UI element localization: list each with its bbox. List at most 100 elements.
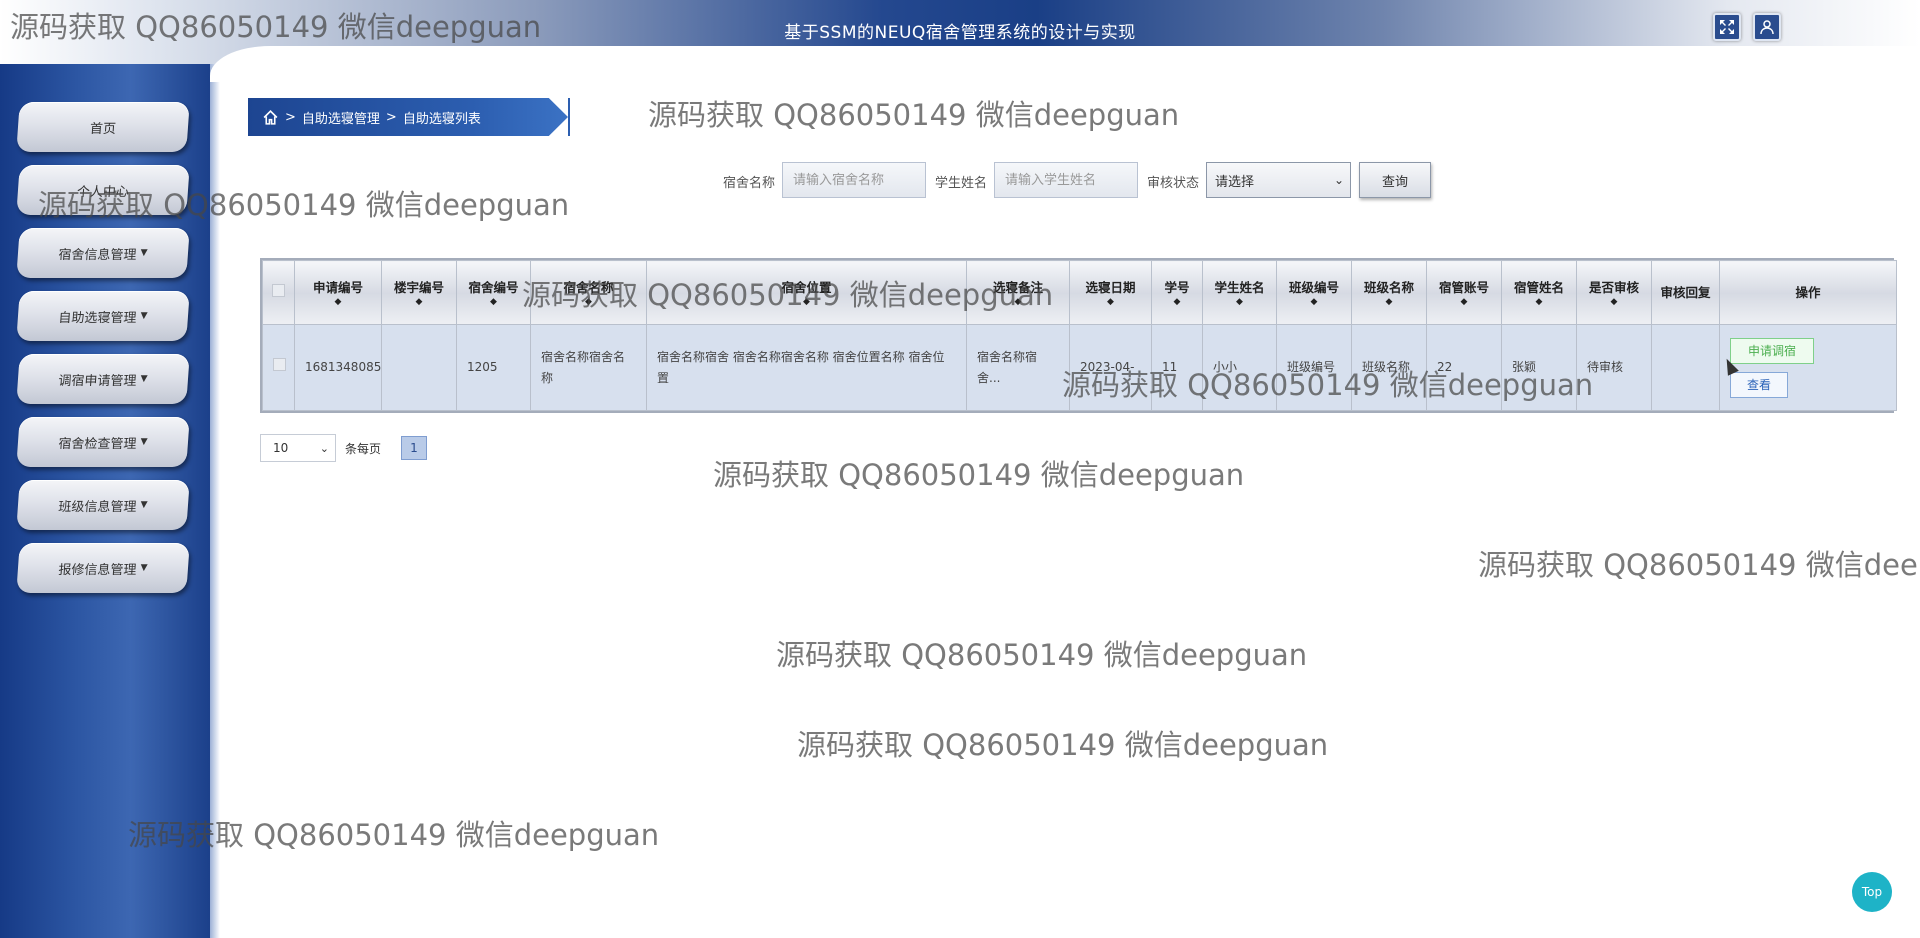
row-checkbox[interactable] [273, 358, 286, 371]
sort-icon: ◆ [1310, 296, 1318, 307]
fullscreen-button[interactable] [1713, 13, 1741, 41]
breadcrumb: > 自助选寝管理 > 自助选寝列表 [248, 98, 568, 136]
sidebar-item-home[interactable]: 首页 [16, 102, 190, 152]
column-header[interactable]: 宿管姓名 ◆ [1501, 260, 1577, 325]
view-button[interactable]: 查看 [1730, 371, 1788, 398]
sidebar-item-label: 宿舍信息管理 [57, 247, 137, 263]
cell-actions: 申请调宿 查看 [1719, 324, 1897, 411]
caret-down-icon: ▼ [140, 248, 148, 258]
back-to-top-button[interactable]: Top [1852, 872, 1892, 912]
sidebar-item-transfer-apply[interactable]: 调宿申请管理 ▼ [16, 354, 190, 404]
column-header[interactable]: 宿管账号 ◆ [1426, 260, 1502, 325]
sidebar-edge [210, 60, 220, 938]
sidebar-item-label: 首页 [89, 121, 117, 137]
breadcrumb-divider [568, 98, 570, 136]
sidebar-item-label: 班级信息管理 [57, 499, 137, 515]
column-header: 操作 [1719, 260, 1897, 325]
data-table: 申请编号 ◆ 楼宇编号 ◆ 宿舍编号 ◆ 宿舍名称 ◆ 宿舍位置 ◆ 选寝备注 ◆ 选寝日期… [260, 258, 1897, 413]
caret-down-icon: ▼ [140, 563, 148, 573]
student-name-label: 学生姓名 [935, 176, 988, 191]
query-button[interactable]: 查询 [1359, 162, 1431, 198]
caret-down-icon: ▼ [140, 500, 148, 510]
chevron-down-icon: ⌄ [1333, 173, 1344, 187]
select-all-checkbox[interactable] [272, 283, 285, 297]
audit-status-label: 审核状态 [1147, 176, 1200, 191]
page-size-value: 10 [273, 441, 289, 455]
sort-icon: ◆ [334, 296, 342, 307]
column-header[interactable]: 宿舍位置 ◆ [646, 260, 967, 325]
student-name-input[interactable] [994, 162, 1138, 198]
cell-manager-name: 张颖 [1501, 324, 1577, 411]
sort-icon: ◆ [1107, 296, 1114, 307]
sidebar-item-profile[interactable]: 个人中心 [16, 165, 190, 215]
watermark: 源码获取 QQ86050149 微信deepguan [776, 638, 1308, 672]
column-header: 审核回复 [1651, 260, 1720, 325]
sidebar-item-label: 个人中心 [76, 184, 130, 200]
cell-apply-no: 1681348085 [294, 324, 382, 411]
audit-status-value: 请选择 [1215, 174, 1255, 190]
audit-status-select[interactable]: 请选择 ⌄ [1206, 162, 1351, 198]
user-button[interactable] [1753, 13, 1781, 41]
sort-icon: ◆ [1460, 296, 1468, 307]
breadcrumb-sep: > [285, 109, 296, 125]
cell-class-name: 班级名称 [1351, 324, 1427, 411]
dorm-name-label: 宿舍名称 [723, 176, 776, 191]
sort-icon: ◆ [1014, 296, 1022, 307]
column-header[interactable]: 选寝备注 ◆ [966, 260, 1070, 325]
app-title: 基于SSM的NEUQ宿舍管理系统的设计与实现 [784, 23, 1136, 43]
sidebar-item-dorm-info[interactable]: 宿舍信息管理 ▼ [16, 228, 190, 278]
caret-down-icon: ▼ [140, 437, 148, 447]
cell-dorm-no: 1205 [456, 324, 531, 411]
page-number-button[interactable]: 1 [401, 436, 427, 460]
column-header[interactable]: 是否审核 ◆ [1576, 260, 1652, 325]
cell-student-no: 11 [1151, 324, 1203, 411]
sort-icon: ◆ [1173, 296, 1181, 307]
column-header[interactable]: 班级名称 ◆ [1351, 260, 1427, 325]
header-curve [210, 46, 1920, 82]
cell-audit-reply [1651, 324, 1720, 411]
cell-remark: 宿舍名称宿舍... [966, 324, 1070, 411]
sort-icon: ◆ [585, 296, 592, 307]
breadcrumb-sep: > [385, 109, 397, 125]
cell-class-no: 班级编号 [1276, 324, 1352, 411]
chevron-down-icon: ⌄ [319, 441, 329, 455]
table-row: 1681348085 1205 宿舍名称宿舍名称 宿舍名称宿舍 宿舍名称宿舍名称… [262, 324, 1897, 411]
sidebar-item-repair-info[interactable]: 报修信息管理 ▼ [16, 543, 190, 593]
sort-icon: ◆ [1535, 296, 1543, 307]
expand-icon [1720, 20, 1734, 34]
column-header[interactable]: 宿舍名称 ◆ [530, 260, 647, 325]
cell-audit: 待审核 [1576, 324, 1652, 411]
apply-transfer-button[interactable]: 申请调宿 [1730, 337, 1814, 364]
watermark: 源码获取 QQ86050149 微信deepguan [1478, 548, 1920, 582]
sort-icon: ◆ [490, 296, 497, 307]
select-all-cell [262, 260, 295, 325]
column-header[interactable]: 选寝日期 ◆ [1069, 260, 1152, 325]
sidebar-item-self-selection[interactable]: 自助选寝管理 ▼ [16, 291, 190, 341]
column-header[interactable]: 申请编号 ◆ [294, 260, 382, 325]
sidebar-item-class-info[interactable]: 班级信息管理 ▼ [16, 480, 190, 530]
cell-dorm-location: 宿舍名称宿舍 宿舍名称宿舍名称 宿舍位置名称 宿舍位置 [646, 324, 967, 411]
cell-building-no [381, 324, 457, 411]
column-header[interactable]: 学生姓名 ◆ [1202, 260, 1277, 325]
caret-down-icon: ▼ [140, 374, 148, 384]
sidebar-item-label: 报修信息管理 [57, 562, 137, 578]
sort-icon: ◆ [1610, 296, 1618, 307]
watermark: 源码获取 QQ86050149 微信deepguan [797, 728, 1329, 762]
breadcrumb-level1[interactable]: 自助选寝管理 [302, 108, 380, 127]
breadcrumb-level2: 自助选寝列表 [402, 111, 481, 127]
column-header[interactable]: 宿舍编号 ◆ [456, 260, 531, 325]
dorm-name-input[interactable] [782, 162, 926, 198]
cell-manager-account: 22 [1426, 324, 1502, 411]
home-icon[interactable] [262, 109, 279, 126]
column-header[interactable]: 楼宇编号 ◆ [381, 260, 457, 325]
per-page-label: 条每页 [345, 442, 382, 456]
page-size-select[interactable]: 10 ⌄ [260, 434, 336, 462]
sort-icon: ◆ [803, 296, 810, 307]
column-header[interactable]: 班级编号 ◆ [1276, 260, 1352, 325]
sidebar-item-dorm-check[interactable]: 宿舍检查管理 ▼ [16, 417, 190, 467]
column-header[interactable]: 学号 ◆ [1151, 260, 1203, 325]
watermark: 源码获取 QQ86050149 微信deepguan [713, 458, 1245, 492]
sidebar-item-label: 自助选寝管理 [57, 310, 137, 326]
sort-icon: ◆ [415, 296, 423, 307]
cell-dorm-name: 宿舍名称宿舍名称 [530, 324, 647, 411]
